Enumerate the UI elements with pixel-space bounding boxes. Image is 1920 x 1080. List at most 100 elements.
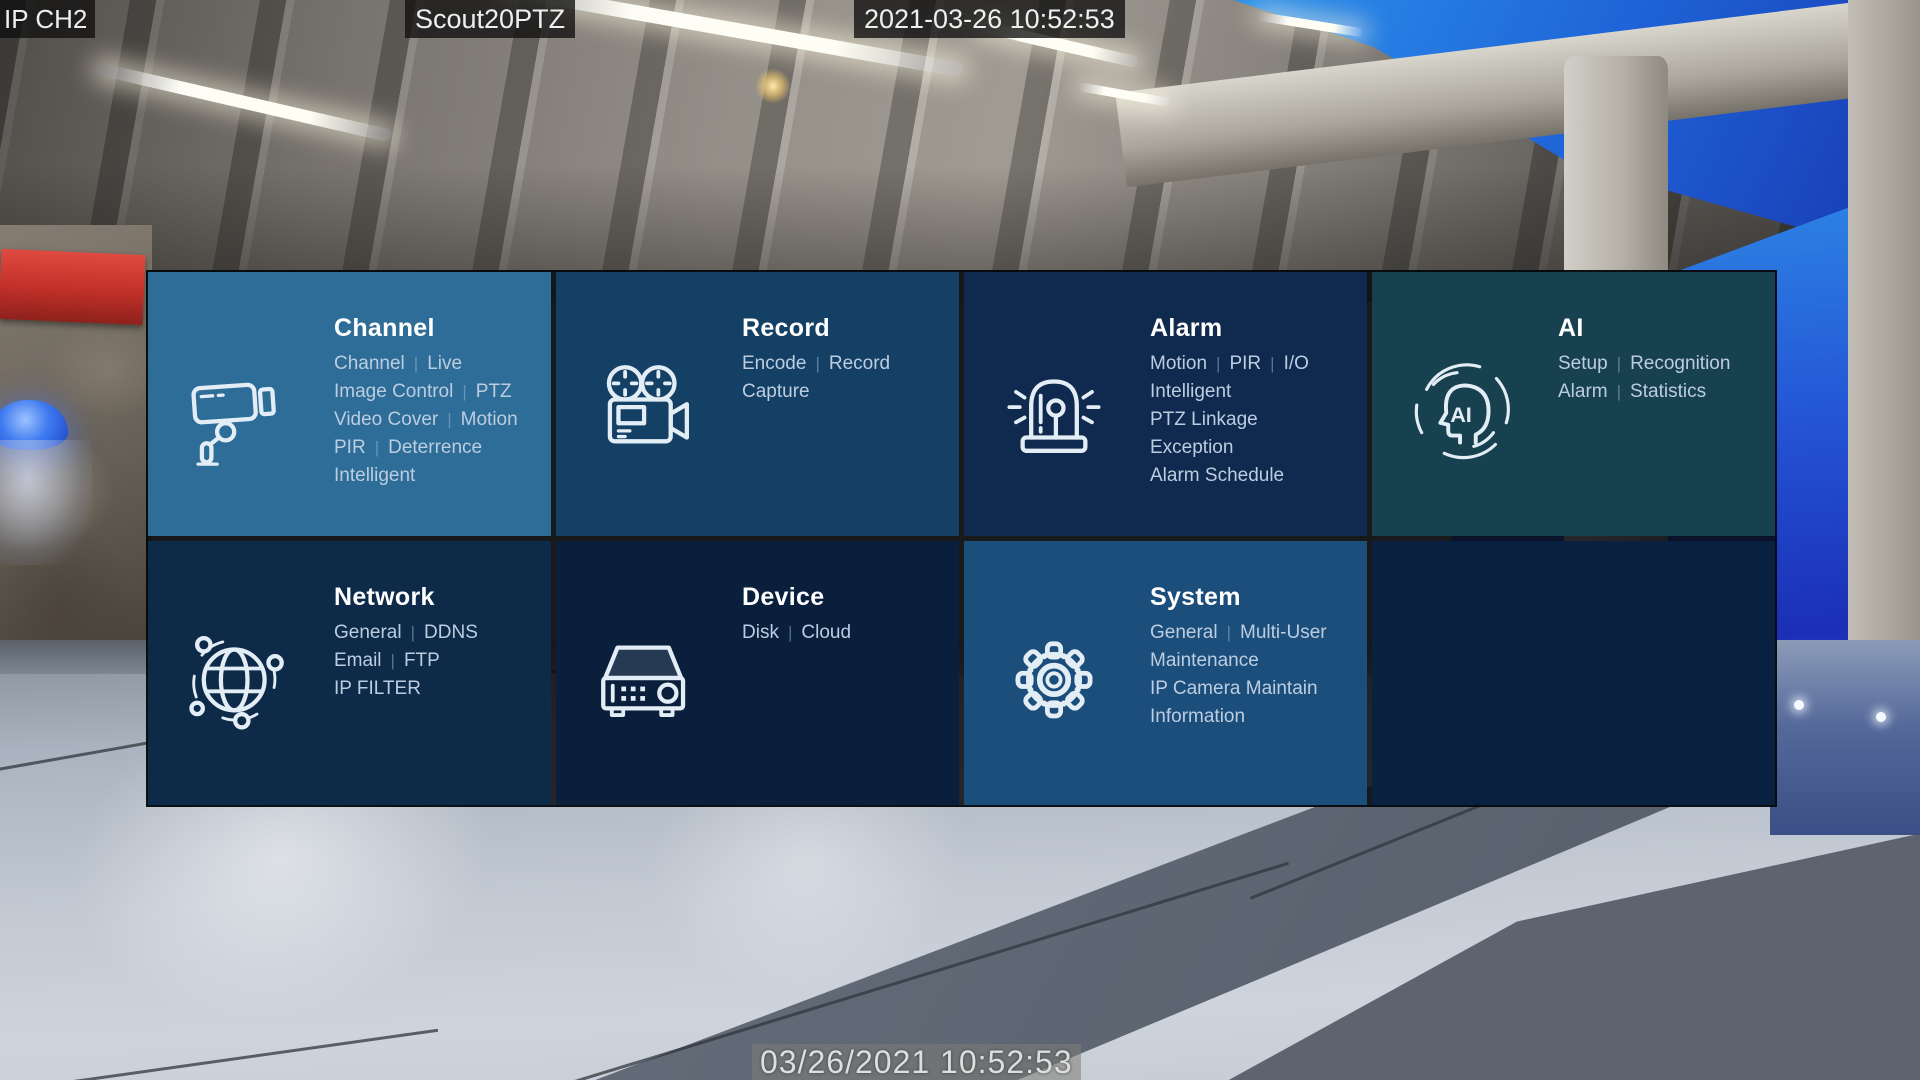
menu-link-row: Video Cover | Motion bbox=[334, 406, 541, 434]
link-separator: | bbox=[375, 438, 379, 457]
menu-link-row: PIR | Deterrence bbox=[334, 434, 541, 462]
menu-link-alarm-schedule[interactable]: Alarm Schedule bbox=[1150, 465, 1284, 486]
tile-links: General | Multi-User Maintenance IP Camera M… bbox=[1150, 619, 1357, 731]
menu-link-row: Channel | Live bbox=[334, 350, 541, 378]
dock-light bbox=[1794, 700, 1804, 710]
menu-link-row: General | DDNS bbox=[334, 619, 541, 647]
menu-link-maintenance[interactable]: Maintenance bbox=[1150, 650, 1259, 671]
menu-link-row: Alarm | Statistics bbox=[1558, 378, 1765, 406]
menu-link-motion[interactable]: Motion bbox=[461, 409, 518, 430]
link-separator: | bbox=[462, 382, 466, 401]
red-panel bbox=[0, 249, 145, 325]
menu-link-cloud[interactable]: Cloud bbox=[801, 622, 851, 643]
menu-link-encode[interactable]: Encode bbox=[742, 353, 806, 374]
menu-link-i-o[interactable]: I/O bbox=[1284, 353, 1309, 374]
menu-tile-channel[interactable]: Channel Channel | Live Image Control | PTZ Vid… bbox=[148, 272, 551, 536]
menu-link-ip-filter[interactable]: IP FILTER bbox=[334, 678, 421, 699]
menu-link-setup[interactable]: Setup bbox=[1558, 353, 1608, 374]
menu-link-pir[interactable]: PIR bbox=[334, 437, 366, 458]
menu-link-row: Information bbox=[1150, 703, 1357, 731]
tile-title: Device bbox=[742, 583, 949, 612]
menu-link-email[interactable]: Email bbox=[334, 650, 382, 671]
tile-links: Disk | Cloud bbox=[742, 619, 949, 647]
siren-icon bbox=[964, 272, 1144, 536]
menu-link-row: IP Camera Maintain bbox=[1150, 675, 1357, 703]
menu-link-row: Alarm Schedule bbox=[1150, 462, 1357, 490]
menu-link-intelligent[interactable]: Intelligent bbox=[1150, 381, 1231, 402]
concrete-column bbox=[1848, 0, 1920, 660]
menu-link-disk[interactable]: Disk bbox=[742, 622, 779, 643]
menu-link-general[interactable]: General bbox=[334, 622, 402, 643]
menu-link-row: General | Multi-User bbox=[1150, 619, 1357, 647]
link-separator: | bbox=[815, 354, 819, 373]
menu-tile-device[interactable]: Device Disk | Cloud bbox=[556, 541, 959, 805]
menu-link-record[interactable]: Record bbox=[829, 353, 890, 374]
menu-link-row: Setup | Recognition bbox=[1558, 350, 1765, 378]
menu-tile-empty bbox=[1372, 541, 1775, 805]
menu-link-motion[interactable]: Motion bbox=[1150, 353, 1207, 374]
nvr-live-view-screen: IP CH2 Scout20PTZ 2021-03-26 10:52:53 03… bbox=[0, 0, 1920, 1080]
menu-link-exception[interactable]: Exception bbox=[1150, 437, 1233, 458]
link-separator: | bbox=[414, 354, 418, 373]
menu-link-recognition[interactable]: Recognition bbox=[1630, 353, 1730, 374]
menu-link-ptz[interactable]: PTZ bbox=[476, 381, 512, 402]
menu-link-intelligent[interactable]: Intelligent bbox=[334, 465, 415, 486]
tile-links: Encode | Record Capture bbox=[742, 350, 949, 406]
cctv-camera-icon bbox=[148, 272, 328, 536]
link-separator: | bbox=[788, 623, 792, 642]
link-separator: | bbox=[447, 410, 451, 429]
ai-head-icon: AI bbox=[1372, 272, 1552, 536]
link-separator: | bbox=[411, 623, 415, 642]
tile-title: Alarm bbox=[1150, 314, 1357, 343]
menu-link-row: Encode | Record bbox=[742, 350, 949, 378]
menu-tile-record[interactable]: Record Encode | Record Capture bbox=[556, 272, 959, 536]
tile-links: Motion | PIR | I/O Intelligent PTZ Linkage Exce… bbox=[1150, 350, 1357, 490]
menu-link-channel[interactable]: Channel bbox=[334, 353, 405, 374]
menu-link-ftp[interactable]: FTP bbox=[404, 650, 440, 671]
menu-link-row: Motion | PIR | I/O bbox=[1150, 350, 1357, 378]
menu-link-general[interactable]: General bbox=[1150, 622, 1218, 643]
menu-link-row: Capture bbox=[742, 378, 949, 406]
film-camera-icon bbox=[556, 272, 736, 536]
menu-tile-alarm[interactable]: Alarm Motion | PIR | I/O Intelligent PTZ Linka… bbox=[964, 272, 1367, 536]
menu-link-multi-user[interactable]: Multi-User bbox=[1240, 622, 1327, 643]
gear-icon bbox=[964, 541, 1144, 805]
tile-title: Network bbox=[334, 583, 541, 612]
tile-title: AI bbox=[1558, 314, 1765, 343]
menu-link-live[interactable]: Live bbox=[427, 353, 462, 374]
osd-datetime-top: 2021-03-26 10:52:53 bbox=[854, 0, 1125, 38]
osd-camera-name: Scout20PTZ bbox=[405, 0, 575, 38]
link-separator: | bbox=[391, 651, 395, 670]
menu-link-pir[interactable]: PIR bbox=[1229, 353, 1261, 374]
rock-highlight bbox=[0, 440, 92, 565]
menu-link-row: Intelligent bbox=[334, 462, 541, 490]
menu-link-statistics[interactable]: Statistics bbox=[1630, 381, 1706, 402]
globe-icon bbox=[148, 541, 328, 805]
link-separator: | bbox=[1216, 354, 1220, 373]
menu-link-row: Exception bbox=[1150, 434, 1357, 462]
tile-links: General | DDNS Email | FTP IP FILTER bbox=[334, 619, 541, 703]
lens-flare bbox=[755, 68, 791, 104]
link-separator: | bbox=[1617, 354, 1621, 373]
link-separator: | bbox=[1270, 354, 1274, 373]
nvr-box-icon bbox=[556, 541, 736, 805]
menu-link-video-cover[interactable]: Video Cover bbox=[334, 409, 438, 430]
menu-link-capture[interactable]: Capture bbox=[742, 381, 810, 402]
link-separator: | bbox=[1227, 623, 1231, 642]
menu-link-row: Disk | Cloud bbox=[742, 619, 949, 647]
menu-tile-network[interactable]: Network General | DDNS Email | FTP IP FILTER bbox=[148, 541, 551, 805]
menu-link-ptz-linkage[interactable]: PTZ Linkage bbox=[1150, 409, 1258, 430]
menu-link-image-control[interactable]: Image Control bbox=[334, 381, 453, 402]
menu-link-row: IP FILTER bbox=[334, 675, 541, 703]
menu-tile-system[interactable]: System General | Multi-User Maintenance IP C… bbox=[964, 541, 1367, 805]
menu-link-information[interactable]: Information bbox=[1150, 706, 1245, 727]
menu-link-deterrence[interactable]: Deterrence bbox=[388, 437, 482, 458]
link-separator: | bbox=[1617, 382, 1621, 401]
tile-links: Channel|LiveImage Control|PTZVideo Cover… bbox=[334, 350, 541, 490]
osd-channel-label: IP CH2 bbox=[0, 0, 95, 38]
menu-link-alarm[interactable]: Alarm bbox=[1558, 381, 1608, 402]
tile-title: System bbox=[1150, 583, 1357, 612]
menu-tile-ai[interactable]: AI AI Setup | Recognition Alarm | Statistics bbox=[1372, 272, 1775, 536]
menu-link-ip-camera-maintain[interactable]: IP Camera Maintain bbox=[1150, 678, 1318, 699]
menu-link-ddns[interactable]: DDNS bbox=[424, 622, 478, 643]
